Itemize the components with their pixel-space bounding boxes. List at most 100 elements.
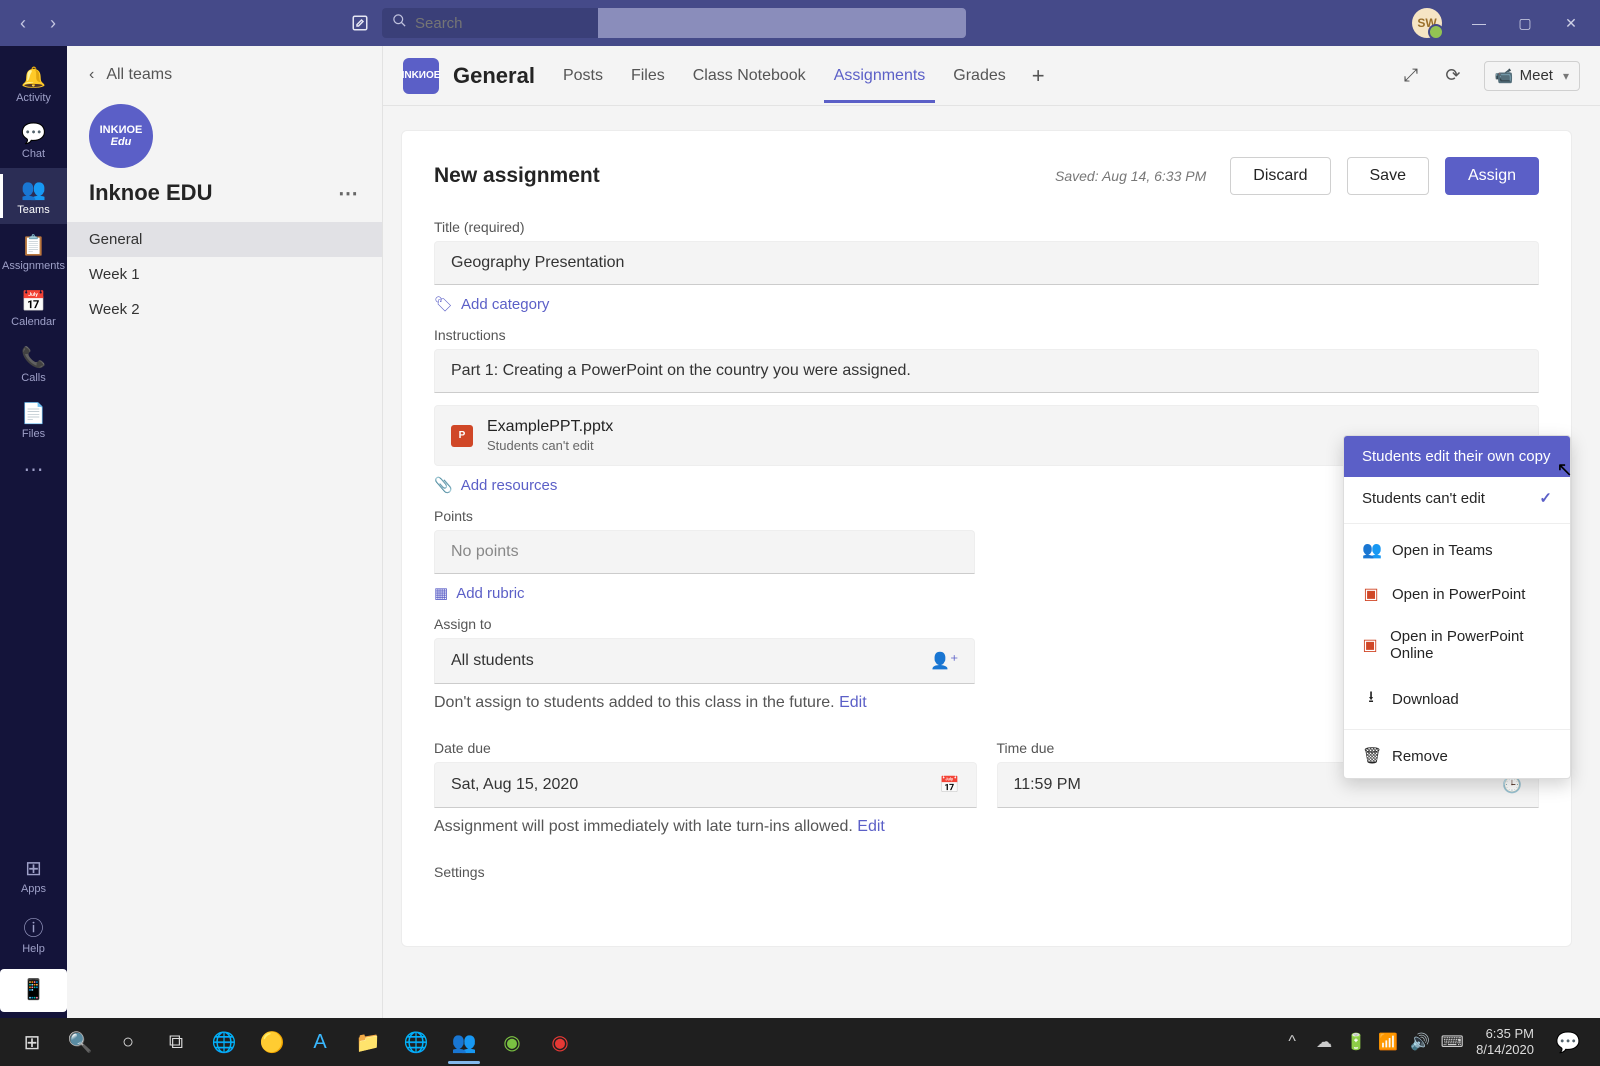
chevron-left-icon: ‹ [89, 66, 94, 84]
channel-week2[interactable]: Week 2 [67, 292, 382, 327]
search-bar[interactable] [382, 8, 966, 38]
cortana-button[interactable]: ○ [104, 1018, 152, 1066]
rail-help[interactable]: ⓘ Help [0, 903, 67, 963]
rail-label: Chat [22, 148, 45, 160]
add-user-icon[interactable]: 👤⁺ [930, 651, 958, 671]
calls-icon: 📞 [0, 345, 67, 370]
edit-link[interactable]: Edit [857, 818, 885, 835]
attachment-filename[interactable]: ExamplePPT.pptx [487, 418, 613, 436]
taskbar-clock[interactable]: 6:35 PM 8/14/2020 [1466, 1026, 1544, 1059]
back-label: All teams [106, 66, 172, 84]
assign-to-select[interactable]: All students 👤⁺ [434, 638, 975, 684]
tray-wifi-icon[interactable]: 📶 [1374, 1018, 1402, 1066]
minimize-button[interactable]: — [1456, 0, 1502, 46]
taskbar-app-a[interactable]: A [296, 1018, 344, 1066]
assignment-editor: New assignment Saved: Aug 14, 6:33 PM Di… [401, 130, 1572, 947]
team-logo[interactable]: INKИOE Edu [89, 104, 153, 168]
taskbar-edge[interactable]: 🌐 [200, 1018, 248, 1066]
attachment-context-menu: Students edit their own copy Students ca… [1343, 435, 1571, 779]
rail-files[interactable]: 📄Files [0, 392, 67, 448]
menu-open-in-powerpoint-online[interactable]: ▣Open in PowerPoint Online [1344, 616, 1570, 674]
rail-calendar[interactable]: 📅Calendar [0, 280, 67, 336]
channel-general[interactable]: General [67, 222, 382, 257]
rail-chat[interactable]: 💬Chat [0, 112, 67, 168]
search-input[interactable] [415, 15, 615, 32]
rail-more[interactable]: ⋯ [0, 448, 67, 492]
menu-open-in-teams[interactable]: 👥Open in Teams [1344, 528, 1570, 572]
title-input[interactable]: Geography Presentation [434, 241, 1539, 285]
saved-status: Saved: Aug 14, 6:33 PM [1055, 168, 1206, 184]
refresh-icon[interactable]: ⟳ [1436, 59, 1470, 93]
nav-forward-button[interactable]: › [40, 10, 66, 36]
tray-volume-icon[interactable]: 🔊 [1406, 1018, 1434, 1066]
tray-ime-icon[interactable]: ⌨ [1438, 1018, 1466, 1066]
date-due-input[interactable]: Sat, Aug 15, 2020 📅 [434, 762, 977, 808]
expand-icon[interactable]: ⤢ [1394, 59, 1428, 93]
taskbar-search[interactable]: 🔍 [56, 1018, 104, 1066]
rail-mobile[interactable]: 📱 [0, 969, 67, 1012]
calendar-icon[interactable]: 📅 [940, 775, 960, 795]
add-tab-button[interactable]: + [1024, 63, 1053, 89]
add-category-link[interactable]: 🏷 Add category [434, 295, 1539, 313]
discard-button[interactable]: Discard [1230, 157, 1330, 195]
save-button[interactable]: Save [1347, 157, 1429, 195]
edit-link[interactable]: Edit [839, 694, 867, 711]
tray-chevron-up-icon[interactable]: ^ [1278, 1018, 1306, 1066]
phone-icon: 📱 [0, 977, 67, 1002]
taskbar-edge2[interactable]: 🌐 [392, 1018, 440, 1066]
tab-class-notebook[interactable]: Class Notebook [683, 49, 816, 103]
task-view-button[interactable]: ⧉ [152, 1018, 200, 1066]
maximize-button[interactable]: ▢ [1502, 0, 1548, 46]
tray-onedrive-icon[interactable]: ☁ [1310, 1018, 1338, 1066]
nav-back-button[interactable]: ‹ [10, 10, 36, 36]
menu-students-edit-copy[interactable]: Students edit their own copy [1344, 436, 1570, 477]
rail-label: Calls [21, 372, 45, 384]
rail-teams[interactable]: 👥Teams [0, 168, 67, 224]
taskbar-camtasia[interactable]: ◉ [488, 1018, 536, 1066]
grid-icon: ▦ [434, 584, 448, 602]
taskbar-teams[interactable]: 👥 [440, 1018, 488, 1066]
user-avatar[interactable]: SW [1412, 8, 1442, 38]
help-icon: ⓘ [0, 912, 67, 941]
tray-battery-icon[interactable]: 🔋 [1342, 1018, 1370, 1066]
post-helper: Assignment will post immediately with la… [434, 818, 1539, 836]
instructions-label: Instructions [434, 327, 1539, 343]
attachment-subtext: Students can't edit [487, 438, 613, 453]
tab-posts[interactable]: Posts [553, 49, 613, 103]
notifications-button[interactable]: 💬 [1544, 1018, 1592, 1066]
taskbar-recorder[interactable]: ◉ [536, 1018, 584, 1066]
all-teams-back[interactable]: ‹ All teams [67, 46, 382, 90]
points-input[interactable]: No points [434, 530, 975, 574]
menu-open-in-powerpoint[interactable]: ▣Open in PowerPoint [1344, 572, 1570, 616]
team-name: Inknoe EDU [89, 180, 212, 206]
team-more-button[interactable]: ⋯ [338, 181, 360, 206]
rail-activity[interactable]: 🔔Activity [0, 56, 67, 112]
meet-button[interactable]: 📹 Meet ▾ [1484, 61, 1580, 91]
download-icon: ⭳ [1362, 686, 1380, 713]
settings-label: Settings [434, 864, 1539, 880]
assign-button[interactable]: Assign [1445, 157, 1539, 195]
taskbar-explorer[interactable]: 📁 [344, 1018, 392, 1066]
rail-assignments[interactable]: 📋Assignments [0, 224, 67, 280]
tab-assignments[interactable]: Assignments [824, 49, 936, 103]
menu-students-cant-edit[interactable]: Students can't edit ✓ [1344, 477, 1570, 519]
attach-icon: 📎 [434, 476, 453, 494]
menu-download[interactable]: ⭳Download [1344, 674, 1570, 725]
compose-icon[interactable] [346, 9, 374, 37]
menu-remove[interactable]: 🗑Remove [1344, 734, 1570, 778]
channel-week1[interactable]: Week 1 [67, 257, 382, 292]
instructions-input[interactable]: Part 1: Creating a PowerPoint on the cou… [434, 349, 1539, 393]
close-window-button[interactable]: ✕ [1548, 0, 1594, 46]
rail-calls[interactable]: 📞 Calls [0, 336, 67, 392]
search-icon [392, 13, 407, 33]
start-button[interactable]: ⊞ [8, 1018, 56, 1066]
tab-grades[interactable]: Grades [943, 49, 1015, 103]
tab-files[interactable]: Files [621, 49, 675, 103]
taskbar-chrome[interactable]: 🟡 [248, 1018, 296, 1066]
rail-apps[interactable]: ⊞Apps [0, 847, 67, 903]
powerpoint-icon: P [451, 425, 473, 447]
rail-label: Assignments [2, 260, 65, 272]
rail-label: Help [22, 943, 45, 955]
calendar-icon: 📅 [0, 289, 67, 314]
titlebar: ‹ › SW — ▢ ✕ [0, 0, 1600, 46]
